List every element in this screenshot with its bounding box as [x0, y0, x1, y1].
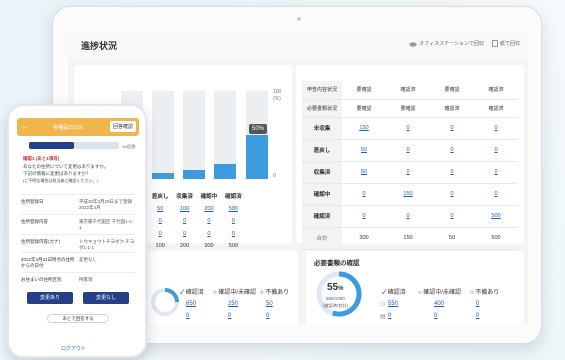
count-link[interactable]: 0 — [172, 228, 196, 241]
matrix-link[interactable]: 0 — [474, 117, 518, 140]
matrix-link[interactable]: 150 — [386, 183, 430, 206]
dashboard-header: 進捗状況 オフィスステーションで回収 紙で回収 — [68, 29, 528, 59]
phone-frame: ← 各種届出(1/2) 回答確認 1/2回答 確認1 (あと1項目) あなたの住… — [7, 104, 147, 358]
documents-donut — [316, 271, 362, 317]
info-row: 住所登録内容 東京都千代田区 千代田1-1-1 — [21, 214, 135, 234]
summary-link[interactable]: 0 — [266, 313, 269, 319]
count-link[interactable]: 50 — [148, 203, 172, 216]
matrix-link[interactable]: 0 — [342, 205, 386, 228]
answer-later-button[interactable]: あとで回答する — [47, 314, 109, 323]
chart-count-table: 差戻し 収集済 確認中 確認済 50 100 200 500 0000 0000 100 20… — [148, 190, 246, 253]
matrix-link[interactable]: 0 — [430, 183, 474, 206]
page-title: 進捗状況 — [81, 41, 118, 51]
count-link[interactable]: 0 — [197, 228, 221, 241]
doc-link[interactable]: 0 — [476, 313, 479, 319]
matrix-link[interactable]: 0 — [386, 205, 430, 228]
answer-check-button[interactable]: 回答確認 — [109, 121, 136, 132]
bar-sashimodoshi — [152, 173, 174, 179]
count-link[interactable]: 0 — [148, 215, 172, 228]
count-link[interactable]: 0 — [172, 215, 196, 228]
cloud-icon — [409, 41, 417, 47]
matrix-link[interactable]: 500 — [474, 205, 518, 228]
radio-icon: ○ — [213, 290, 217, 296]
count-link[interactable]: 100 — [172, 203, 196, 216]
doc-link[interactable]: 0 — [434, 313, 437, 319]
summary-link[interactable]: 650 — [186, 301, 196, 307]
documents-title: 必要書類の確認 — [314, 260, 360, 267]
summary-link[interactable]: 50 — [266, 301, 273, 307]
question-note: (ご不明な場合は担当者に確認ください。) — [23, 178, 98, 183]
change-no-button[interactable]: 変更なし — [83, 292, 129, 304]
bar-tooltip: 50% — [249, 124, 268, 134]
bar-kakuninchu — [214, 164, 236, 179]
warning-icon: ○ — [470, 290, 474, 296]
progress-label: 1/2回答 — [122, 144, 136, 149]
check-icon: ✓ — [382, 290, 387, 296]
y-axis-min: 0 — [273, 173, 276, 179]
summary-link[interactable]: 0 — [186, 313, 189, 319]
people-icon: ⚇ — [380, 302, 386, 308]
paper-collect-link[interactable]: 紙で回収 — [491, 40, 520, 47]
doc-link[interactable]: 0 — [476, 301, 479, 307]
file-icon: ▤ — [380, 314, 386, 320]
phone-header-title: 各種届出(1/2) — [53, 125, 84, 131]
matrix-link[interactable]: 0 — [430, 139, 474, 162]
y-axis-max: 100 — [273, 89, 282, 95]
matrix-link[interactable]: 150 — [342, 117, 386, 140]
camera-dot — [297, 17, 301, 21]
info-row: お住まいの住所区別 持家等 — [21, 272, 135, 286]
y-axis-unit: (%) — [273, 96, 281, 102]
doc-link[interactable]: 400 — [434, 301, 444, 307]
status-matrix-table: 申告内容状況 要確認 確認済 要確認 確認済 必要書類状況 要確認 要確認 確認… — [302, 81, 518, 250]
phone-header: ← 各種届出(1/2) 回答確認 — [17, 118, 139, 136]
matrix-link[interactable]: 0 — [474, 161, 518, 184]
question-title: 確認1 (あと1項目) — [23, 156, 60, 161]
matrix-link[interactable]: 50 — [342, 139, 386, 162]
matrix-link[interactable]: 0 — [342, 183, 386, 206]
matrix-link[interactable]: 0 — [430, 117, 474, 140]
question-line: 下記の情報に変更はありますか？ — [23, 171, 91, 176]
question-line: あなたの住所について変更はありますか。 — [23, 164, 109, 169]
matrix-link[interactable]: 0 — [386, 161, 430, 184]
matrix-link[interactable]: 0 — [474, 183, 518, 206]
count-link[interactable]: 0 — [148, 228, 172, 241]
doc-link[interactable]: 550 — [388, 301, 398, 307]
donut-percent: 55% — [327, 282, 344, 293]
count-link[interactable]: 200 — [197, 203, 221, 216]
answer-progress-bar — [29, 142, 119, 149]
info-row: 2022年3月31日時点の住所からの日付 変更なし — [21, 252, 135, 272]
matrix-link[interactable]: 0 — [474, 139, 518, 162]
donut-count: 550/1000 — [326, 296, 345, 301]
matrix-link[interactable]: 0 — [386, 117, 430, 140]
count-link[interactable]: 0 — [221, 215, 245, 228]
back-arrow-icon[interactable]: ← — [21, 122, 29, 131]
warning-icon: ○ — [260, 290, 264, 296]
summary-link[interactable]: 0 — [228, 313, 231, 319]
info-row: 住所登録内容(カナ) トウキョウトチヨダク チヨダ1-1-1 — [21, 234, 135, 252]
document-icon — [491, 40, 498, 47]
matrix-link[interactable]: 0 — [430, 161, 474, 184]
radio-icon: ○ — [418, 290, 422, 296]
summary-link[interactable]: 250 — [228, 301, 238, 307]
bar-shushuzumi — [183, 170, 205, 179]
bar-kakuninzumi — [246, 135, 268, 179]
logout-link[interactable]: ログアウト — [61, 345, 86, 352]
count-link[interactable]: 0 — [221, 228, 245, 241]
declaration-donut — [151, 288, 179, 316]
count-link[interactable]: 0 — [197, 215, 221, 228]
matrix-link[interactable]: 50 — [342, 161, 386, 184]
matrix-link[interactable]: 0 — [386, 139, 430, 162]
change-yes-button[interactable]: 変更あり — [27, 292, 73, 304]
matrix-link[interactable]: 0 — [430, 205, 474, 228]
check-icon: ✓ — [180, 290, 185, 296]
doc-link[interactable]: 0 — [388, 313, 391, 319]
office-station-collect-link[interactable]: オフィスステーションで回収 — [409, 40, 484, 47]
donut-caption: (確認済/合計) — [323, 303, 348, 308]
count-link[interactable]: 500 — [221, 203, 245, 216]
progress-fill — [29, 142, 74, 149]
info-row: 住所登録日 平成30年3月20日まで登録 2022年4月 — [21, 194, 135, 214]
